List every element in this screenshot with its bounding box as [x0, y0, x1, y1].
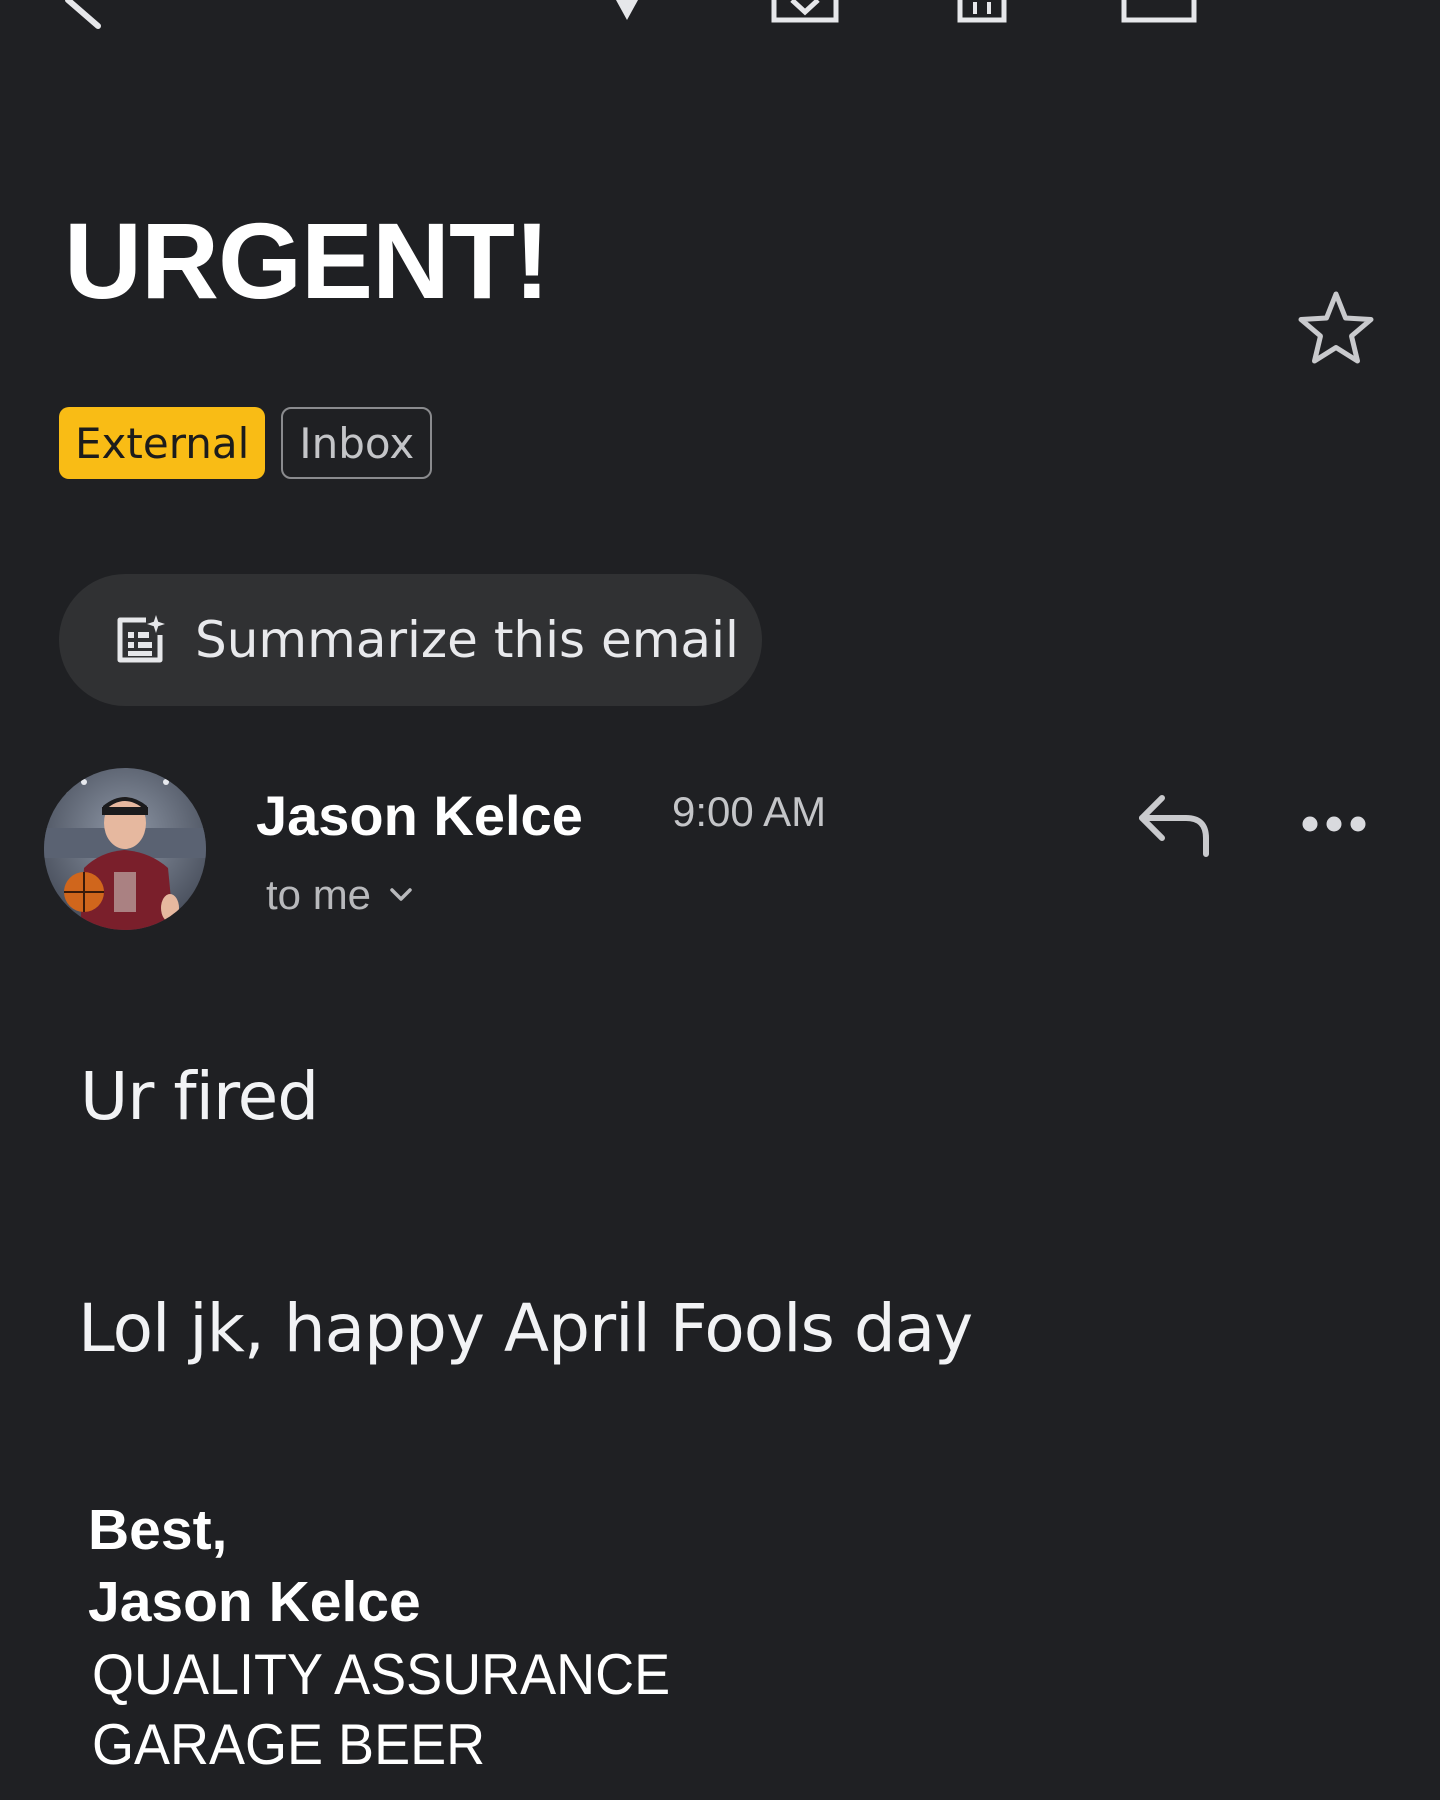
signature-title: QUALITY ASSURANCE	[92, 1643, 671, 1707]
delete-icon[interactable]	[956, 0, 1008, 26]
signature-name: Jason Kelce	[88, 1570, 421, 1634]
back-arrow-icon[interactable]	[58, 0, 118, 30]
sent-time: 9:00 AM	[672, 788, 827, 835]
more-horizontal-icon[interactable]	[1300, 808, 1368, 840]
summarize-label: Summarize this email	[195, 611, 739, 669]
dropdown-icon[interactable]	[612, 0, 642, 22]
reply-icon[interactable]	[1136, 792, 1212, 858]
label-chips: External Inbox	[59, 407, 433, 479]
recipient-toggle[interactable]: to me	[266, 871, 413, 919]
inbox-label[interactable]: Inbox	[281, 407, 433, 479]
external-label[interactable]: External	[59, 407, 266, 479]
mail-icon[interactable]	[1120, 0, 1198, 26]
signature-closing: Best,	[88, 1498, 228, 1562]
body-line-1: Ur fired	[80, 1058, 319, 1135]
avatar[interactable]	[44, 768, 206, 930]
recipient-label: to me	[266, 871, 372, 918]
signature-company: GARAGE BEER	[92, 1713, 486, 1777]
email-subject: URGENT!	[64, 200, 550, 321]
summarize-button[interactable]: Summarize this email	[59, 574, 762, 706]
sender-name[interactable]: Jason Kelce	[256, 783, 583, 848]
star-icon[interactable]	[1296, 288, 1376, 368]
archive-icon[interactable]	[770, 0, 840, 26]
body-line-2: Lol jk, happy April Fools day	[78, 1290, 973, 1367]
signature: Best, Jason Kelce QUALITY ASSURANCE GARA…	[88, 1494, 670, 1778]
summary-sparkle-icon	[117, 615, 165, 663]
chevron-down-icon	[390, 888, 412, 901]
